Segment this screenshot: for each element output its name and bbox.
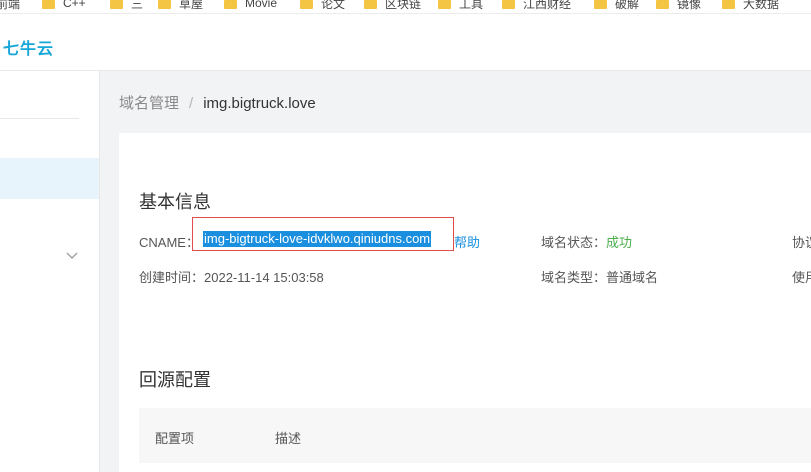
- bookmark-label: 镜像: [677, 0, 702, 11]
- chevron-down-icon[interactable]: [66, 251, 78, 263]
- domain-type: 域名类型：普通域名: [541, 267, 658, 286]
- bookmark-label: 工具: [459, 0, 484, 11]
- help-link[interactable]: 帮助: [454, 232, 480, 251]
- bookmark-label: 大数据: [743, 0, 780, 11]
- bookmark-label: 破解: [615, 0, 640, 11]
- bookmark-label: 论文: [321, 0, 346, 11]
- bookmark-item[interactable]: 前端: [0, 0, 20, 11]
- bookmark-label: 前端: [0, 0, 21, 11]
- bookmark-item[interactable]: 草屋: [158, 0, 203, 11]
- sidebar-item-active[interactable]: [0, 158, 99, 199]
- folder-icon: [594, 0, 607, 9]
- bookmark-label: Movie: [245, 0, 278, 10]
- usage-label: 使用: [792, 270, 811, 285]
- column-header-config-item: 配置项: [155, 431, 195, 446]
- created-time: 创建时间：2022-11-14 15:03:58: [139, 267, 324, 286]
- folder-icon: [364, 0, 377, 9]
- bookmark-label: 区块链: [385, 0, 422, 11]
- type-value: 普通域名: [606, 270, 659, 285]
- breadcrumb: 域名管理 / img.bigtruck.love: [119, 92, 316, 113]
- created-label: 创建时间：: [139, 270, 205, 285]
- folder-icon: [300, 0, 313, 9]
- breadcrumb-separator: /: [189, 95, 194, 112]
- folder-icon: [110, 0, 123, 9]
- bookmark-item[interactable]: 论文: [300, 0, 345, 11]
- bookmark-item[interactable]: 区块链: [364, 0, 421, 11]
- bookmark-item[interactable]: C++: [42, 0, 86, 11]
- bookmarks-bar: 前端 C++ 三 草屋 Movie 论文 区块链 工具 江西财经 破解 镜像: [0, 0, 811, 14]
- type-label: 域名类型：: [541, 270, 607, 285]
- domain-detail-panel: 基本信息 CNAME： img-bigtruck-love-idvklwo.qi…: [119, 133, 811, 472]
- bookmark-label: 江西财经: [523, 0, 572, 11]
- bookmark-item[interactable]: Movie: [224, 0, 277, 11]
- origin-config-table-header: 配置项 描述: [139, 408, 811, 463]
- bookmark-item[interactable]: 三: [110, 0, 143, 11]
- folder-icon: [502, 0, 515, 9]
- folder-icon: [42, 0, 55, 9]
- bookmark-item[interactable]: 大数据: [722, 0, 779, 11]
- bookmark-label: C++: [63, 0, 86, 10]
- bookmark-label: 三: [131, 0, 144, 11]
- folder-icon: [656, 0, 669, 9]
- status-label: 域名状态：: [541, 235, 607, 250]
- bookmark-item[interactable]: 工具: [438, 0, 483, 11]
- qiniu-logo[interactable]: 七牛云: [3, 35, 54, 59]
- folder-icon: [438, 0, 451, 9]
- status-value: 成功: [606, 235, 633, 250]
- folder-icon: [722, 0, 735, 9]
- basic-info-title: 基本信息: [139, 192, 211, 212]
- bookmark-item[interactable]: 江西财经: [502, 0, 571, 11]
- sidebar: [0, 71, 100, 472]
- protocol-label: 协议: [792, 235, 811, 250]
- bookmark-label: 草屋: [179, 0, 204, 11]
- folder-icon: [158, 0, 171, 9]
- cname-label: CNAME：: [139, 235, 199, 250]
- bookmark-item[interactable]: 破解: [594, 0, 639, 11]
- origin-config-title: 回源配置: [139, 370, 211, 390]
- breadcrumb-current-domain: img.bigtruck.love: [203, 95, 316, 112]
- cname-value[interactable]: img-bigtruck-love-idvklwo.qiniudns.com: [203, 231, 432, 247]
- breadcrumb-domain-management[interactable]: 域名管理: [119, 95, 179, 112]
- domain-status: 域名状态：成功: [541, 232, 632, 251]
- column-header-description: 描述: [275, 431, 302, 446]
- sidebar-divider: [0, 118, 79, 119]
- created-value: 2022-11-14 15:03:58: [204, 270, 324, 285]
- top-header: 七牛云: [0, 14, 811, 71]
- bookmark-item[interactable]: 镜像: [656, 0, 701, 11]
- folder-icon: [224, 0, 237, 9]
